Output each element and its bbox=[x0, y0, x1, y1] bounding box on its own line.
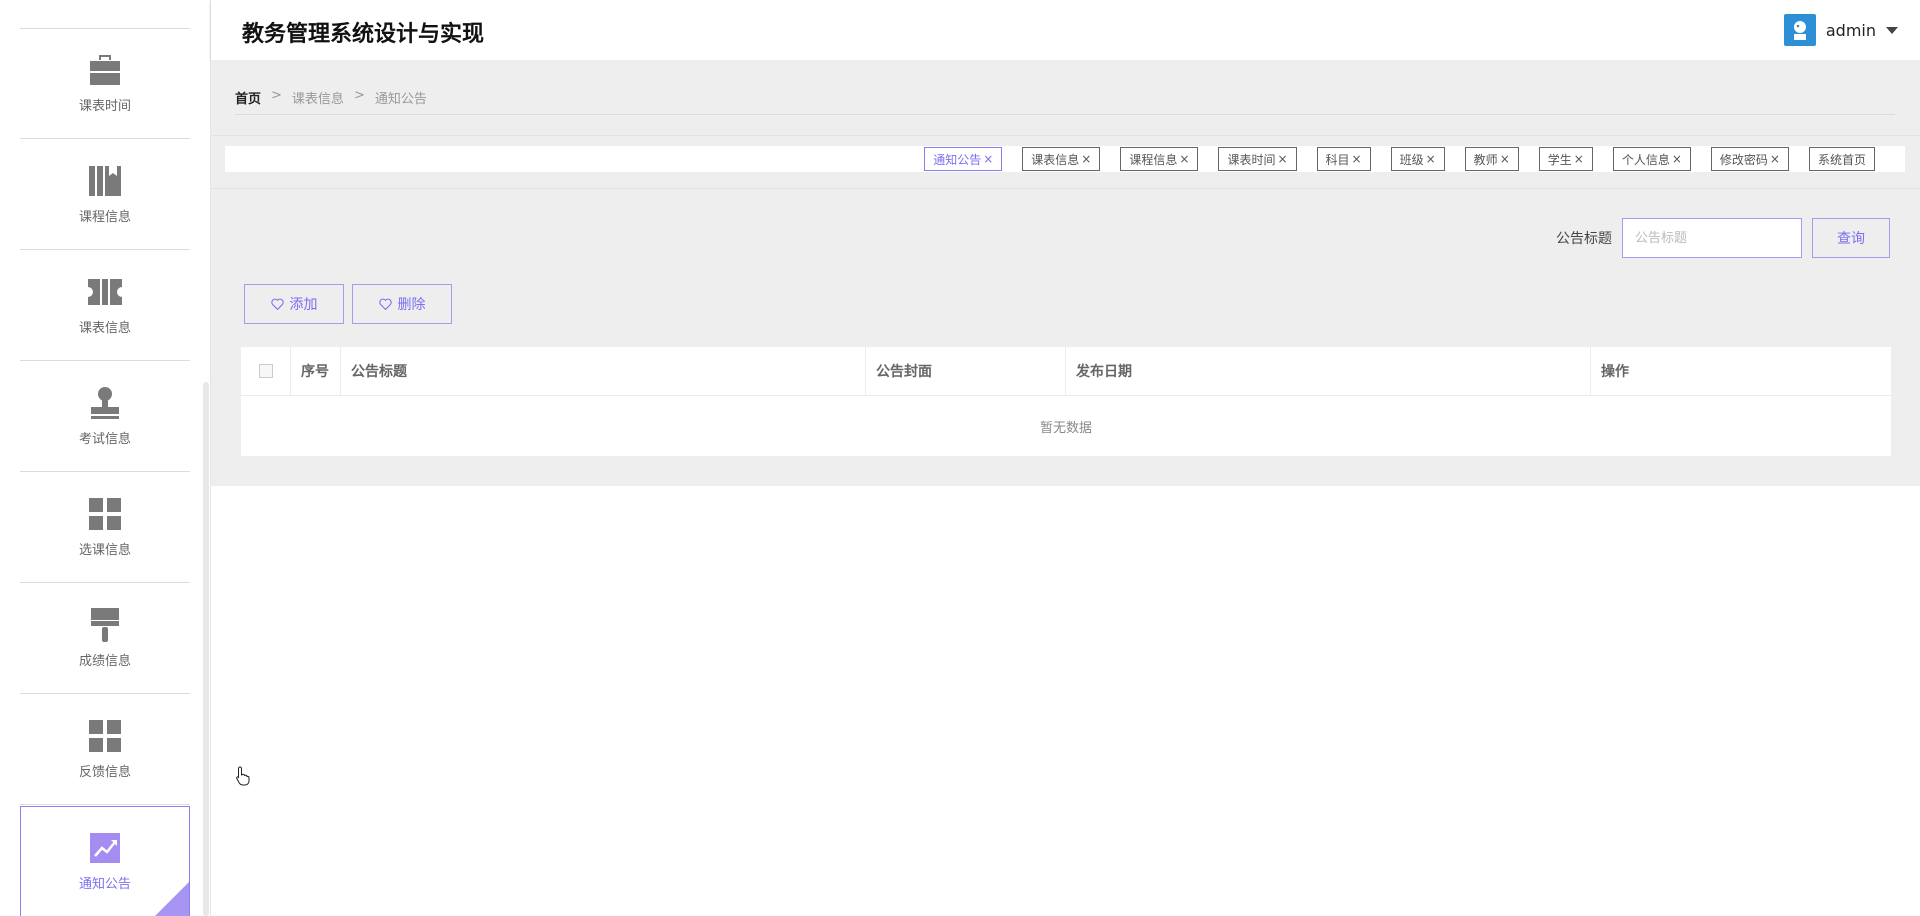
search-form: 公告标题 查询 bbox=[1556, 218, 1890, 258]
tag-label: 学生 bbox=[1547, 152, 1572, 167]
column-header-index: 序号 bbox=[291, 347, 341, 395]
sidebar-item-grades[interactable]: 成绩信息 bbox=[20, 584, 190, 694]
brush-icon bbox=[88, 608, 122, 642]
tag-label: 教师 bbox=[1473, 152, 1498, 167]
sidebar-item-label: 选课信息 bbox=[78, 543, 131, 558]
tags-bar: 通知公告 × 课表信息 × 课程信息 × 课表时间 × 科目 × 班级 × 教师 × 学生 × … bbox=[225, 146, 1905, 172]
main-content: 首页 > 课表信息 > 通知公告 通知公告 × 课表信息 × 课程信息 × 课表时间 ×… bbox=[211, 60, 1920, 486]
sidebar-item-feedback[interactable]: 反馈信息 bbox=[20, 695, 190, 805]
tag-label: 修改密码 bbox=[1719, 152, 1768, 167]
sidebar: 课表时间 课程信息 课表信息 考试信息 选课信息 成绩信息 反馈信息 通知公告 bbox=[0, 0, 211, 916]
breadcrumb-level1: 课表信息 bbox=[291, 92, 344, 107]
tag-change-password[interactable]: 修改密码 × bbox=[1710, 147, 1789, 171]
add-button[interactable]: 添加 bbox=[244, 284, 344, 324]
column-header-actions: 操作 bbox=[1601, 364, 1629, 380]
close-icon[interactable]: × bbox=[983, 152, 993, 166]
sidebar-item-label: 考试信息 bbox=[78, 432, 131, 447]
heart-icon bbox=[378, 298, 392, 310]
briefcase-icon bbox=[88, 53, 122, 87]
tag-teacher[interactable]: 教师 × bbox=[1464, 147, 1519, 171]
tag-timetable-info[interactable]: 课表信息 × bbox=[1022, 147, 1101, 171]
close-icon[interactable]: × bbox=[1426, 152, 1436, 166]
tag-schedule-time[interactable]: 课表时间 × bbox=[1218, 147, 1297, 171]
tag-subject[interactable]: 科目 × bbox=[1316, 147, 1371, 171]
column-header-title: 公告标题 bbox=[341, 347, 866, 395]
tag-label: 课程信息 bbox=[1129, 152, 1178, 167]
notice-table: 序号 公告标题 公告封面 发布日期 操作 暂无数据 bbox=[241, 347, 1891, 456]
books-icon bbox=[88, 164, 122, 198]
tag-notice[interactable]: 通知公告 × bbox=[924, 147, 1003, 171]
close-icon[interactable]: × bbox=[1277, 152, 1287, 166]
select-all-checkbox[interactable] bbox=[258, 364, 273, 378]
action-buttons: 添加 删除 bbox=[244, 284, 452, 324]
close-icon[interactable]: × bbox=[1672, 152, 1682, 166]
tag-label: 个人信息 bbox=[1621, 152, 1670, 167]
grid-icon bbox=[88, 497, 122, 531]
tag-label: 班级 bbox=[1399, 152, 1424, 167]
heart-icon bbox=[270, 298, 284, 310]
sidebar-item-schedule-time[interactable]: 课表时间 bbox=[20, 29, 190, 139]
sidebar-item-course-info[interactable]: 课程信息 bbox=[20, 140, 190, 250]
sidebar-item-timetable-info[interactable]: 课表信息 bbox=[20, 251, 190, 361]
table-header: 序号 公告标题 公告封面 发布日期 操作 bbox=[241, 347, 1891, 396]
notice-title-input[interactable] bbox=[1622, 218, 1802, 258]
tag-label: 系统首页 bbox=[1817, 152, 1866, 167]
breadcrumb: 首页 > 课表信息 > 通知公告 bbox=[235, 88, 427, 107]
tag-label: 课表时间 bbox=[1227, 152, 1276, 167]
sidebar-item-course-selection[interactable]: 选课信息 bbox=[20, 473, 190, 583]
sidebar-item-label: 反馈信息 bbox=[78, 765, 131, 780]
tag-label: 课表信息 bbox=[1031, 152, 1080, 167]
active-corner-decoration bbox=[155, 882, 189, 916]
close-icon[interactable]: × bbox=[1179, 152, 1189, 166]
grid-icon bbox=[88, 719, 122, 753]
tag-label: 通知公告 bbox=[933, 152, 982, 167]
top-header: 教务管理系统设计与实现 admin bbox=[211, 0, 1920, 60]
add-button-label: 添加 bbox=[289, 296, 318, 312]
sidebar-item-label: 成绩信息 bbox=[78, 654, 131, 669]
delete-button-label: 删除 bbox=[397, 296, 426, 312]
column-header-date: 发布日期 bbox=[1066, 347, 1591, 395]
ticket-icon bbox=[88, 275, 122, 309]
delete-button[interactable]: 删除 bbox=[352, 284, 452, 324]
breadcrumb-divider bbox=[235, 114, 1895, 115]
sidebar-item-label: 通知公告 bbox=[78, 877, 131, 892]
query-button[interactable]: 查询 bbox=[1812, 218, 1890, 258]
tag-class[interactable]: 班级 × bbox=[1390, 147, 1445, 171]
user-menu[interactable]: admin bbox=[1783, 14, 1898, 46]
sidebar-item-label: 课表时间 bbox=[78, 99, 131, 114]
tag-course-info[interactable]: 课程信息 × bbox=[1120, 147, 1199, 171]
tag-label: 科目 bbox=[1325, 152, 1350, 167]
select-all-cell bbox=[241, 347, 291, 395]
search-label: 公告标题 bbox=[1556, 231, 1612, 247]
tag-profile[interactable]: 个人信息 × bbox=[1612, 147, 1691, 171]
username[interactable]: admin bbox=[1826, 21, 1876, 40]
chevron-down-icon[interactable] bbox=[1886, 26, 1898, 34]
sidebar-item-label: 课程信息 bbox=[78, 210, 131, 225]
chart-icon bbox=[88, 831, 122, 865]
close-icon[interactable]: × bbox=[1352, 152, 1362, 166]
close-icon[interactable]: × bbox=[1500, 152, 1510, 166]
close-icon[interactable]: × bbox=[1770, 152, 1780, 166]
breadcrumb-separator: > bbox=[353, 88, 365, 103]
close-icon[interactable]: × bbox=[1081, 152, 1091, 166]
sidebar-item-exam-info[interactable]: 考试信息 bbox=[20, 362, 190, 472]
breadcrumb-separator: > bbox=[271, 88, 282, 103]
tagsbar-divider bbox=[211, 188, 1920, 189]
sidebar-item-notice[interactable]: 通知公告 bbox=[20, 806, 190, 916]
hand-cursor-icon bbox=[236, 766, 250, 790]
app-title: 教务管理系统设计与实现 bbox=[242, 22, 485, 47]
close-icon[interactable]: × bbox=[1574, 152, 1584, 166]
breadcrumb-level2: 通知公告 bbox=[374, 92, 427, 107]
tag-home[interactable]: 系统首页 bbox=[1808, 147, 1875, 171]
avatar[interactable] bbox=[1783, 14, 1816, 46]
table-empty-text: 暂无数据 bbox=[1039, 420, 1092, 436]
sidebar-item-label: 课表信息 bbox=[78, 321, 131, 336]
stamp-icon bbox=[88, 386, 122, 420]
sidebar-scrollbar[interactable] bbox=[203, 382, 209, 916]
tagsbar-divider bbox=[211, 135, 1920, 136]
column-header-cover: 公告封面 bbox=[866, 347, 1066, 395]
breadcrumb-home[interactable]: 首页 bbox=[235, 88, 261, 107]
tag-student[interactable]: 学生 × bbox=[1538, 147, 1593, 171]
